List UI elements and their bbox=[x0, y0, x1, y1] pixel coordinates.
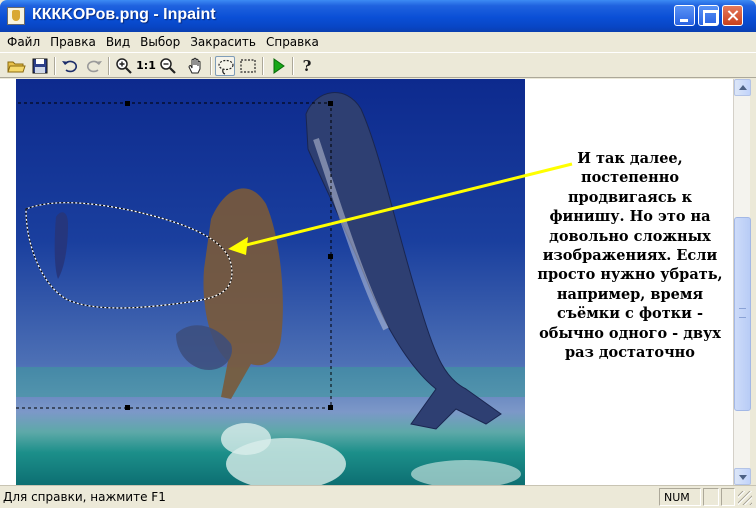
minimize-button[interactable] bbox=[674, 5, 695, 26]
actual-size-icon[interactable]: 1:1 bbox=[136, 56, 156, 76]
status-panel-empty bbox=[703, 488, 719, 506]
status-panel-empty bbox=[721, 488, 735, 506]
close-button[interactable] bbox=[722, 5, 743, 26]
help-label: ? bbox=[302, 57, 312, 75]
toolbar: 1:1 ? bbox=[0, 52, 756, 78]
menu-file[interactable]: Файл bbox=[2, 32, 45, 52]
help-icon[interactable]: ? bbox=[297, 56, 317, 76]
zoom-in-icon[interactable] bbox=[114, 56, 134, 76]
lasso-icon[interactable] bbox=[215, 56, 235, 76]
vertical-scrollbar[interactable] bbox=[733, 79, 751, 485]
hand-icon[interactable] bbox=[186, 56, 206, 76]
menu-select[interactable]: Выбор bbox=[135, 32, 185, 52]
scroll-up-button[interactable] bbox=[734, 79, 751, 96]
status-bar: Для справки, нажмите F1 NUM bbox=[0, 485, 756, 508]
run-icon[interactable] bbox=[268, 56, 288, 76]
resize-grip-icon[interactable] bbox=[738, 491, 752, 505]
rectangle-select-icon[interactable] bbox=[238, 56, 258, 76]
caption-text: И так далее, постепенно продвигаясь к фи… bbox=[537, 150, 723, 362]
menu-bar: Файл Правка Вид Выбор Закрасить Справка bbox=[0, 32, 756, 52]
menu-edit[interactable]: Правка bbox=[45, 32, 101, 52]
app-icon bbox=[7, 7, 25, 25]
workspace: И так далее, постепенно продвигаясь к фи… bbox=[0, 79, 733, 485]
maximize-button[interactable] bbox=[698, 5, 719, 26]
save-icon[interactable] bbox=[30, 56, 50, 76]
menu-inpaint[interactable]: Закрасить bbox=[185, 32, 261, 52]
num-lock-indicator: NUM bbox=[659, 488, 701, 506]
title-bar[interactable]: КККKОРов.png - Inpaint bbox=[0, 0, 756, 32]
window-title: КККKОРов.png - Inpaint bbox=[32, 6, 216, 23]
scroll-thumb[interactable] bbox=[734, 217, 751, 411]
open-folder-icon[interactable] bbox=[6, 56, 26, 76]
scroll-down-button[interactable] bbox=[734, 468, 751, 485]
redo-icon[interactable] bbox=[84, 56, 104, 76]
menu-help[interactable]: Справка bbox=[261, 32, 324, 52]
image-canvas[interactable] bbox=[16, 79, 525, 485]
status-help-text: Для справки, нажмите F1 bbox=[3, 490, 166, 504]
actual-size-label: 1:1 bbox=[136, 59, 156, 72]
undo-icon[interactable] bbox=[60, 56, 80, 76]
zoom-out-icon[interactable] bbox=[158, 56, 178, 76]
menu-view[interactable]: Вид bbox=[101, 32, 135, 52]
caption-panel: И так далее, постепенно продвигаясь к фи… bbox=[525, 79, 733, 485]
